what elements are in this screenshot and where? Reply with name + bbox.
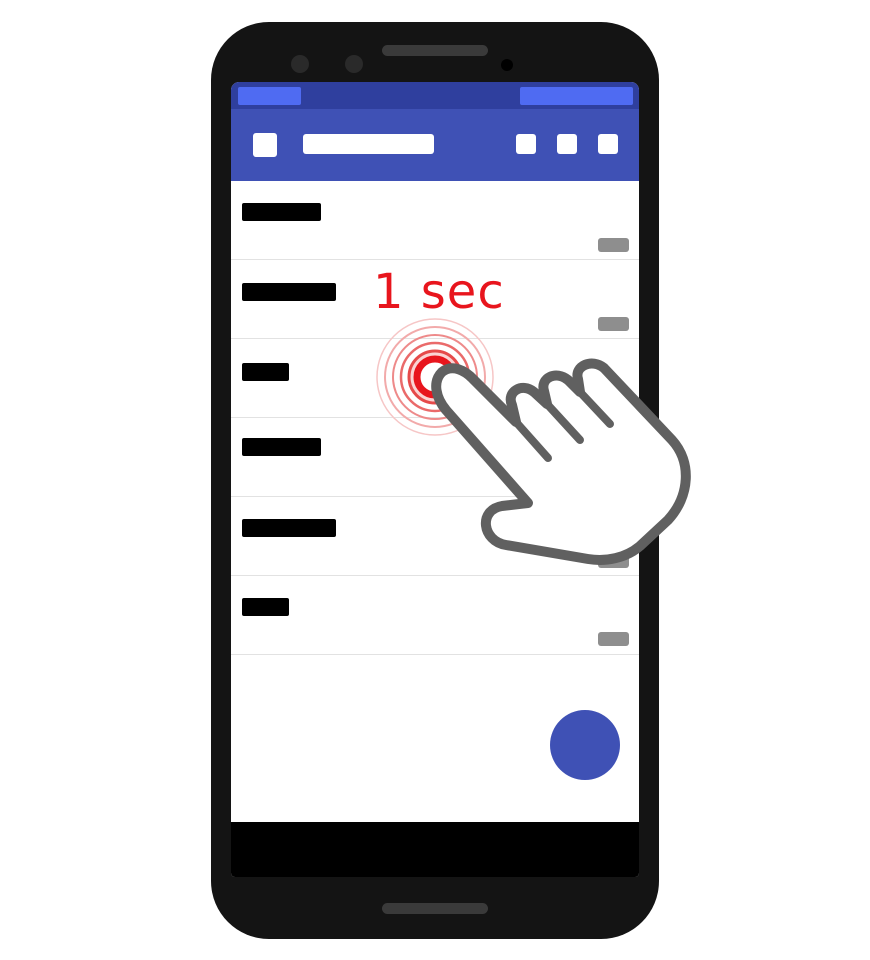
gesture-illustration xyxy=(376,318,691,565)
pointing-hand-icon xyxy=(431,358,691,565)
gesture-overlay: 1 sec xyxy=(0,0,870,960)
